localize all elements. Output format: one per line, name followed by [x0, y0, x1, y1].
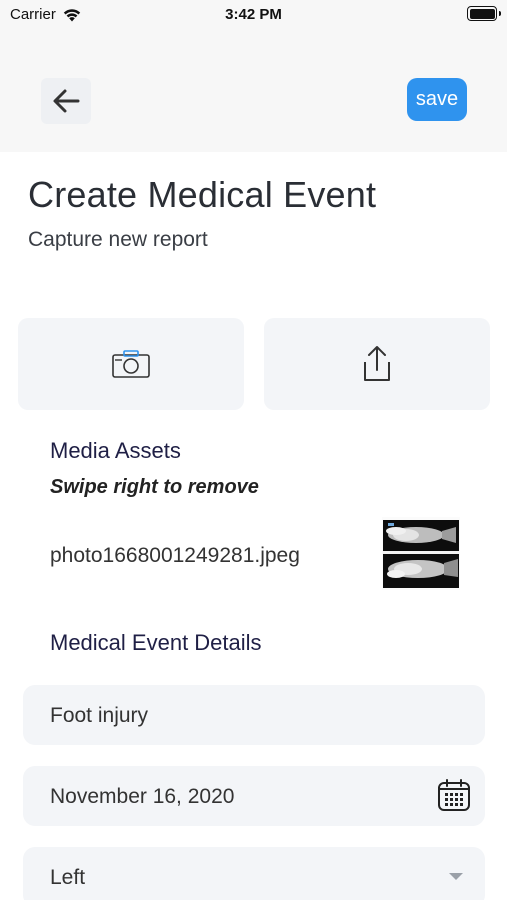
- camera-button[interactable]: [18, 318, 244, 410]
- chevron-down-icon: [449, 873, 463, 880]
- calendar-icon[interactable]: [437, 778, 471, 812]
- media-thumbnail[interactable]: [382, 517, 460, 590]
- battery-icon: [467, 6, 501, 21]
- arrow-left-icon: [53, 89, 80, 113]
- body-side-value: Left: [50, 866, 86, 889]
- body-side-select[interactable]: Left: [23, 847, 485, 900]
- event-title-value: Foot injury: [50, 704, 149, 727]
- media-list-item[interactable]: photo1668001249281.jpeg: [0, 515, 507, 595]
- event-details-heading: Medical Event Details: [50, 630, 262, 655]
- media-assets-heading: Media Assets: [50, 438, 181, 463]
- event-title-field[interactable]: Foot injury: [23, 685, 485, 745]
- media-filename: photo1668001249281.jpeg: [50, 544, 300, 567]
- back-button[interactable]: [41, 78, 91, 124]
- status-time: 3:42 PM: [225, 6, 282, 23]
- event-date-value: November 16, 2020: [50, 785, 235, 808]
- status-bar: Carrier 3:42 PM: [0, 0, 507, 30]
- share-upload-icon: [364, 346, 390, 381]
- event-date-field[interactable]: November 16, 2020: [23, 766, 485, 826]
- navigation-bar: save: [0, 30, 507, 152]
- share-button[interactable]: [264, 318, 490, 410]
- swipe-hint: Swipe right to remove: [50, 476, 259, 498]
- x-ray-foot-image: [382, 517, 460, 590]
- page-title: Create Medical Event: [28, 174, 377, 215]
- page-subtitle: Capture new report: [28, 228, 208, 251]
- camera-icon: [112, 350, 150, 378]
- save-button[interactable]: save: [407, 78, 467, 121]
